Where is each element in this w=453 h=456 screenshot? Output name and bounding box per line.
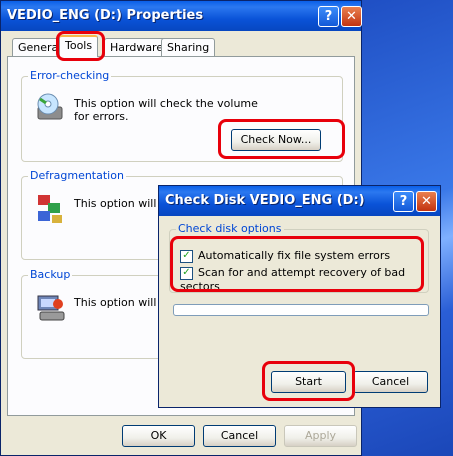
check-disk-cancel-button[interactable]: Cancel — [353, 371, 428, 393]
disk-check-icon — [34, 91, 68, 125]
defragmentation-title: Defragmentation — [28, 169, 126, 182]
cancel-button[interactable]: Cancel — [203, 425, 276, 447]
close-icon: ✕ — [421, 194, 432, 209]
error-checking-title: Error-checking — [28, 69, 112, 82]
tab-hardware[interactable]: Hardware — [104, 38, 170, 56]
highlight-tools-tab — [56, 31, 105, 61]
properties-titlebar[interactable]: VEDIO_ENG (D:) Properties ? ✕ — [1, 1, 362, 31]
help-icon: ? — [324, 9, 333, 24]
check-disk-help-button[interactable]: ? — [393, 191, 414, 212]
backup-icon — [34, 290, 68, 324]
check-disk-titlebar[interactable]: Check Disk VEDIO_ENG (D:) ? ✕ — [159, 186, 440, 216]
help-icon: ? — [399, 194, 408, 209]
apply-button[interactable]: Apply — [284, 425, 357, 447]
tab-sharing[interactable]: Sharing — [161, 38, 216, 56]
tab-general-label: General — [18, 41, 62, 54]
highlight-check-now — [218, 119, 345, 159]
check-disk-title: Check Disk VEDIO_ENG (D:) — [165, 193, 365, 208]
progress-bar — [173, 304, 429, 316]
ok-button[interactable]: OK — [122, 425, 195, 447]
help-button[interactable]: ? — [318, 6, 339, 27]
backup-title: Backup — [28, 268, 73, 281]
properties-title: VEDIO_ENG (D:) Properties — [7, 8, 204, 23]
close-icon: ✕ — [346, 9, 357, 24]
close-button[interactable]: ✕ — [341, 6, 362, 27]
tab-hardware-label: Hardware — [110, 41, 164, 54]
highlight-options — [170, 236, 424, 292]
check-disk-options-title: Check disk options — [176, 222, 284, 235]
check-disk-close-button[interactable]: ✕ — [416, 191, 437, 212]
highlight-start — [262, 361, 355, 401]
tab-sharing-label: Sharing — [167, 41, 210, 54]
defrag-icon — [34, 191, 68, 225]
check-disk-dialog: Check Disk VEDIO_ENG (D:) ? ✕ Check disk… — [158, 185, 441, 408]
